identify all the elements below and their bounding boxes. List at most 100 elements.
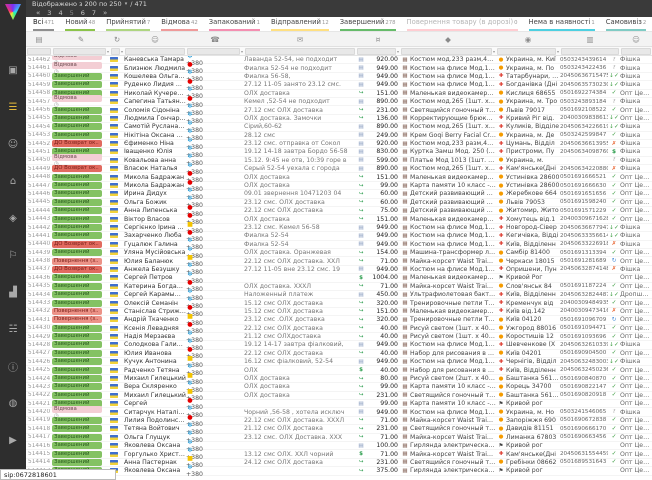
filter-input[interactable]: [497, 48, 556, 55]
table-row[interactable]: 514446ЗавершенийИрина Дидух✻+38009.01 зв…: [26, 190, 652, 198]
table-row[interactable]: 514440ДО Возврат ок..Гуцалюк Галина✻+380…: [26, 241, 652, 249]
orders-list-icon[interactable]: ☰: [0, 89, 26, 126]
video-monitor-icon[interactable]: ▶: [0, 422, 26, 459]
phone-column-icon[interactable]: ☎: [186, 35, 244, 44]
filter-phone[interactable]: ▾: [186, 47, 244, 55]
table-row[interactable]: 514422ЗавершенийМихаил Гилецький■+380ОЛХ…: [26, 392, 652, 400]
table-row[interactable]: 514414ЗавершенийАнна Пастернак■+38024.12…: [26, 459, 652, 467]
table-row[interactable]: 514438Повернення (з..Юлия Баланюк■+38022…: [26, 257, 652, 265]
manager-column-icon[interactable]: ☺: [620, 35, 652, 44]
tab-4[interactable]: Відмова42: [161, 18, 197, 31]
table-row[interactable]: 514445ЗавершенийОльга Божик✻+38023.12 см…: [26, 199, 652, 207]
table-row[interactable]: 514420Відмова◷Ситарчук Наталія Гр✻+380Чо…: [26, 408, 652, 416]
filter-input[interactable]: [27, 48, 51, 55]
info-icon[interactable]: ⓘ: [0, 348, 26, 385]
table-row[interactable]: 514425ЗавершенийРадченко Тетяна✻+380ОЛХ$…: [26, 366, 652, 374]
filter-order-id[interactable]: [26, 47, 52, 55]
page-size-caret-icon[interactable]: ▾: [125, 0, 128, 9]
filter-manager[interactable]: [620, 47, 652, 55]
address-column-icon[interactable]: ◉: [496, 35, 560, 44]
table-row[interactable]: 514435ЗавершенийКатерина Богданова●+380О…: [26, 283, 652, 291]
table-row[interactable]: 514443ЗавершенийВіктор Власов●+380ОЛХ до…: [26, 215, 652, 223]
filter-comment[interactable]: [244, 47, 356, 55]
filter-input[interactable]: [561, 48, 619, 55]
table-row[interactable]: 514447ЗавершенийМикола Бадражан●+380ОЛХ …: [26, 182, 652, 190]
table-row[interactable]: 514423ЗавершенийВера Скляренко✻+380ОЛХ д…: [26, 383, 652, 391]
filter-input[interactable]: [357, 48, 396, 55]
filter-status[interactable]: ▾: [52, 47, 110, 55]
table-row[interactable]: 514428ЗавершенийСолодкова Галина В✻+3801…: [26, 341, 652, 349]
dashboard-icon[interactable]: ▣: [0, 52, 26, 89]
table-row[interactable]: 514418ЗавершенийТетяна Войтович✻+38021.1…: [26, 425, 652, 433]
table-row[interactable]: 514437ДО Возврат ок..Анжела Безушку✻+380…: [26, 266, 652, 274]
table-row[interactable]: 514442ЗавершенийСергієнко Ірина Ми■+3802…: [26, 224, 652, 232]
status-column-icon[interactable]: ✎: [52, 35, 110, 44]
table-row[interactable]: 514457Відмова◷Сапегина Татьяна С●+380Кем…: [26, 98, 652, 106]
table-row[interactable]: 514432Повернення (з..Станіслав Стрижак●+…: [26, 308, 652, 316]
page-number[interactable]: 7: [92, 9, 96, 17]
filter-input[interactable]: [401, 48, 492, 55]
filter-caret-icon[interactable]: ▾: [107, 49, 109, 54]
filter-input[interactable]: [245, 48, 355, 55]
products-tag-icon[interactable]: ◈: [0, 200, 26, 237]
table-row[interactable]: 514419ЗавершенийЛилия Подолинская●+38022…: [26, 417, 652, 425]
table-row[interactable]: 514439ЗавершенийУляна Мусійовська✻+380ОЛ…: [26, 249, 652, 257]
table-row[interactable]: 514448ЗавершенийМикола Бадражан●+380ОЛХ …: [26, 173, 652, 181]
filter-source[interactable]: ▾: [110, 47, 124, 55]
tab-10[interactable]: Самовивіз2: [606, 18, 647, 31]
tab-8[interactable]: Повернення товару (в дорозі)0: [407, 18, 518, 31]
table-row[interactable]: 514454ЗавершенийСамотій Руслана Во✻+380С…: [26, 123, 652, 131]
source-column-icon[interactable]: ↻: [110, 35, 124, 44]
page-number[interactable]: 4: [58, 9, 62, 17]
filter-payment[interactable]: ▾: [356, 47, 400, 55]
table-row[interactable]: 514436ЗавершенийСергей Петров✻+380$1004.…: [26, 274, 652, 282]
table-row[interactable]: 514460ЗавершенийКошелева Ольга Ар✻+380Фи…: [26, 73, 652, 81]
table-row[interactable]: 514444ЗавершенийАнна Липенська●+38022.12…: [26, 207, 652, 215]
tab-1[interactable]: Всі471: [33, 18, 54, 31]
app-logo-icon[interactable]: [5, 4, 21, 20]
page-number[interactable]: 6: [81, 9, 85, 17]
table-row[interactable]: 514434ЗавершенийСергей Карамышев✻+380Нал…: [26, 291, 652, 299]
table-row[interactable]: 514427ЗавершенийЮлия Иванова●+38022.12 с…: [26, 350, 652, 358]
filter-caret-icon[interactable]: ▾: [493, 49, 495, 54]
table-row[interactable]: 514451ЗавершенийІващенко Юлія✻+38019.12 …: [26, 148, 652, 156]
table-row[interactable]: 514459ЗавершенийРуденко Лидия Пав●+38027…: [26, 81, 652, 89]
table-row[interactable]: 514433ЗавершенийОлексій Семанін✻+38015.1…: [26, 299, 652, 307]
tracking-column-icon[interactable]: ▥: [560, 35, 620, 44]
payment-column-icon[interactable]: ¤: [356, 35, 400, 44]
table-row[interactable]: 514455ЗавершенийЛюдмила Гончарова✻+380ОЛ…: [26, 115, 652, 123]
tab-3[interactable]: Прийнятий7: [106, 18, 150, 31]
clients-icon[interactable]: ☺: [0, 126, 26, 163]
filter-input[interactable]: [187, 48, 240, 55]
table-row[interactable]: 514462Відмова◷Каневська Тамара✻+380Лаван…: [26, 56, 652, 64]
tab-2[interactable]: Новий48: [65, 18, 95, 31]
table-row[interactable]: 514421ЗавершенийСергей●+380▤99.00▦Карта …: [26, 400, 652, 408]
funnel-flag-icon[interactable]: ⚐: [0, 237, 26, 274]
tab-6[interactable]: Відправлений12: [271, 18, 329, 31]
product-column-icon[interactable]: ◆: [400, 35, 496, 44]
table-row[interactable]: 514413ЗавершенийЯковлева Оксана✻+380↪375…: [26, 467, 652, 475]
filter-address[interactable]: ▾: [496, 47, 560, 55]
filter-client[interactable]: [124, 47, 186, 55]
comment-column-icon[interactable]: ✉: [244, 35, 356, 44]
tab-9[interactable]: Нема в наявності1: [529, 18, 595, 31]
filter-input[interactable]: [111, 48, 120, 55]
filter-caret-icon[interactable]: ▾: [121, 49, 123, 54]
settings-sliders-icon[interactable]: ☵: [0, 311, 26, 348]
table-row[interactable]: 514429ЗавершенийНадія Мерзаєва✻+38021.12…: [26, 333, 652, 341]
filter-input[interactable]: [53, 48, 106, 55]
page-number[interactable]: 3: [47, 9, 51, 17]
table-row[interactable]: 514424ЗавершенийМихаил Гилецький■+380ОЛХ…: [26, 375, 652, 383]
stats-chart-icon[interactable]: ▟: [0, 274, 26, 311]
table-row[interactable]: 514426ЗавершенийКучук Антонина■+38016.12…: [26, 358, 652, 366]
filter-input[interactable]: [125, 48, 185, 55]
filter-input[interactable]: [621, 48, 651, 55]
table-row[interactable]: 514417ЗавершенийОльга Глущук✻+38023.12 с…: [26, 434, 652, 442]
table-row[interactable]: 514449ДО Возврат ок..Власюк Наталья✻+380…: [26, 165, 652, 173]
pager-first-icon[interactable]: «: [36, 9, 40, 17]
table-row[interactable]: 514431Повернення (з..Андрій Ткаченко■+38…: [26, 316, 652, 324]
table-row[interactable]: 514456ЗавершенийСоломія Сідоніна✻+38027.…: [26, 106, 652, 114]
company-icon[interactable]: ⌂: [0, 163, 26, 200]
table-row[interactable]: 514416ЗавершенийЯковлева Оксана✻+380▤100…: [26, 442, 652, 450]
filter-caret-icon[interactable]: ▾: [397, 49, 399, 54]
